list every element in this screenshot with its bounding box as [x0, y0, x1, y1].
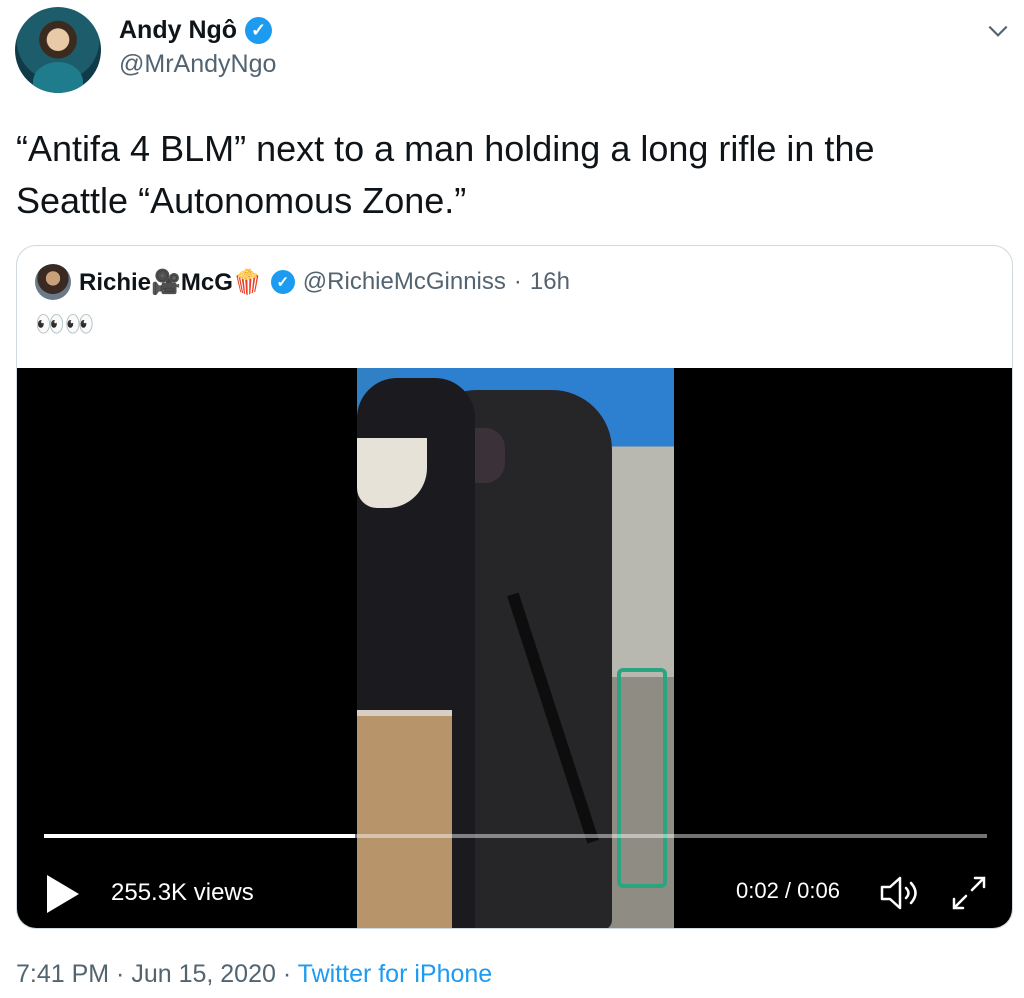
tweet-text-line: Seattle “Autonomous Zone.”	[16, 180, 467, 221]
quoted-tweet-time: 16h	[529, 268, 570, 295]
tweet-date[interactable]: Jun 15, 2020	[131, 960, 276, 988]
author-name[interactable]: Andy Ngô	[119, 16, 237, 45]
video-scene-board	[357, 710, 452, 928]
quoted-author-avatar	[35, 264, 71, 300]
quoted-author-name: Richie🎥McG🍿	[79, 268, 263, 296]
fullscreen-icon[interactable]	[949, 873, 989, 913]
tweet-source-link[interactable]: Twitter for iPhone	[298, 960, 493, 988]
play-icon[interactable]	[45, 873, 81, 915]
separator-dot: ·	[109, 960, 132, 988]
tweet-metadata: 7:41 PM · Jun 15, 2020 · Twitter for iPh…	[16, 960, 492, 989]
quoted-tweet[interactable]: Richie🎥McG🍿 ✓ @RichieMcGinniss · 16h 👀👀 …	[16, 245, 1013, 929]
verified-badge-icon: ✓	[245, 17, 273, 44]
tweet-time[interactable]: 7:41 PM	[16, 960, 109, 988]
quoted-tweet-text: 👀👀	[35, 311, 95, 338]
tweet-text-line: “Antifa 4 BLM” next to a man holding a l…	[16, 128, 875, 169]
chevron-down-icon[interactable]	[985, 18, 1011, 44]
video-progress-fill	[44, 834, 356, 838]
video-progress-bar[interactable]	[44, 834, 987, 838]
tweet-text: “Antifa 4 BLM” next to a man holding a l…	[16, 123, 1006, 227]
author-avatar[interactable]	[15, 7, 101, 93]
author-block: Andy Ngô ✓ @MrAndyNgo	[119, 16, 276, 79]
separator-dot: ·	[513, 268, 522, 295]
verified-badge-icon: ✓	[270, 270, 295, 294]
quoted-tweet-header: Richie🎥McG🍿 ✓ @RichieMcGinniss · 16h	[35, 264, 570, 300]
quoted-author-handle: @RichieMcGinniss	[302, 268, 506, 295]
video-scene-chair	[617, 668, 667, 888]
author-name-row: Andy Ngô ✓	[119, 16, 276, 45]
video-frame	[357, 368, 674, 928]
separator-dot: ·	[275, 960, 298, 988]
volume-icon[interactable]	[879, 873, 927, 913]
author-handle[interactable]: @MrAndyNgo	[119, 50, 276, 79]
video-player[interactable]: 255.3K views 0:02 / 0:06	[17, 368, 1012, 928]
video-view-count: 255.3K views	[111, 879, 254, 906]
video-timecode: 0:02 / 0:06	[736, 878, 840, 903]
